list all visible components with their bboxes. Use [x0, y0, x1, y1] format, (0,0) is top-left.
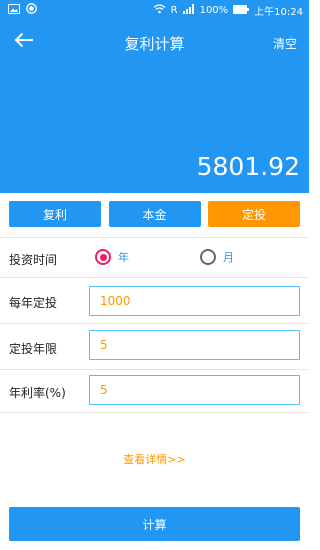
- wifi-icon: [153, 4, 166, 17]
- image-icon: [8, 3, 20, 17]
- radio-checked-icon: [95, 249, 111, 265]
- period-label: 投资时间: [9, 253, 58, 267]
- radio-year[interactable]: 年: [95, 249, 129, 265]
- radio-year-label: 年: [118, 251, 129, 264]
- header: R 100% 上午10:24 复利计算 清空 5801.92: [0, 0, 309, 193]
- radio-month-label: 月: [223, 251, 234, 264]
- years-label: 定投年限: [9, 342, 58, 356]
- rate-input[interactable]: 5: [89, 375, 300, 405]
- tab-fixed-investment[interactable]: 定投: [208, 201, 300, 227]
- clear-button[interactable]: 清空: [273, 35, 297, 52]
- view-details-link[interactable]: 查看详情>>: [0, 451, 309, 467]
- signal-label: R: [170, 5, 178, 16]
- annual-investment-label: 每年定投: [9, 296, 58, 310]
- tab-principal[interactable]: 本金: [108, 201, 201, 227]
- calculate-button[interactable]: 计算: [9, 507, 300, 541]
- status-bar: R 100% 上午10:24: [0, 0, 309, 20]
- annual-investment-input[interactable]: 1000: [89, 286, 300, 316]
- rate-row: 年利率(%) 5: [0, 369, 309, 413]
- tab-compound[interactable]: 复利: [9, 201, 101, 227]
- mode-tabs: 复利 本金 定投: [9, 201, 300, 227]
- years-input[interactable]: 5: [89, 330, 300, 360]
- battery-percent: 100%: [199, 5, 229, 16]
- toolbar: 复利计算 清空: [0, 22, 309, 62]
- record-icon: [26, 3, 37, 17]
- annual-investment-row: 每年定投 1000: [0, 277, 309, 323]
- status-time: 上午10:24: [254, 7, 303, 18]
- battery-icon: [233, 4, 250, 17]
- signal-icon: [182, 4, 195, 17]
- radio-unchecked-icon: [200, 249, 216, 265]
- rate-label: 年利率(%): [9, 386, 66, 400]
- period-row: 投资时间 年 月: [0, 237, 309, 277]
- result-value: 5801.92: [196, 152, 300, 181]
- radio-month[interactable]: 月: [200, 249, 234, 265]
- years-row: 定投年限 5: [0, 323, 309, 369]
- page-title: 复利计算: [124, 35, 185, 53]
